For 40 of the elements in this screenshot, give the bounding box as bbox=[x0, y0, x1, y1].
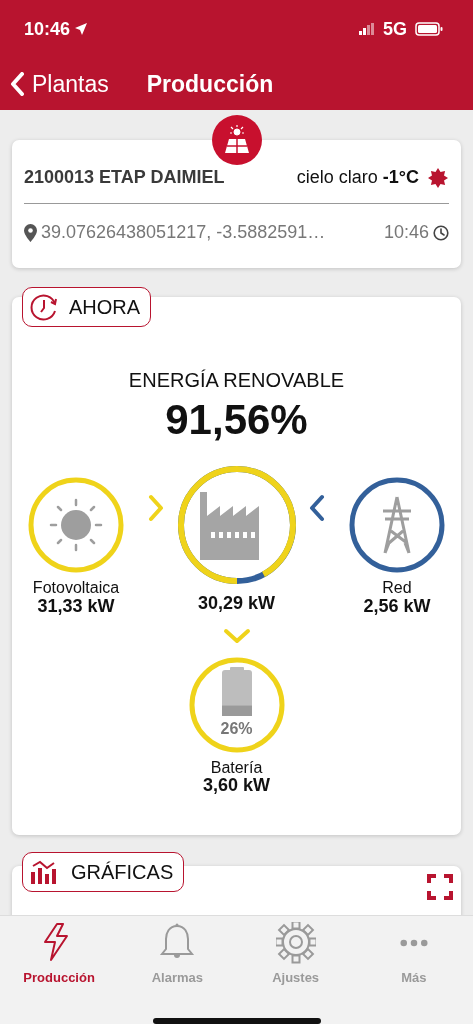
source-label: Fotovoltaica bbox=[32, 579, 120, 597]
chevron-left-icon bbox=[307, 494, 326, 523]
location-pin-icon bbox=[24, 223, 37, 242]
renewable-value: 91,56% bbox=[164, 395, 309, 445]
chevron-right-icon bbox=[147, 494, 166, 523]
power-value: 3,60 kW bbox=[202, 776, 270, 797]
section-title: GRÁFICAS bbox=[71, 860, 174, 885]
network-label: 5G bbox=[383, 17, 407, 41]
plant-name: 2100013 ETAP DAIMIEL bbox=[24, 166, 225, 189]
factory-icon bbox=[175, 464, 298, 587]
power-value: 31,33 kW bbox=[37, 597, 115, 617]
clock-icon bbox=[433, 224, 449, 241]
signal-icon bbox=[359, 23, 375, 35]
weather-text: cielo claro -1°C bbox=[296, 166, 419, 189]
power-value: 30,29 kW bbox=[197, 594, 275, 615]
renewable-label: ENERGÍA RENOVABLE bbox=[128, 368, 345, 393]
page-title: Producción bbox=[146, 69, 274, 99]
solar-panel-icon bbox=[222, 125, 251, 155]
chevron-left-icon bbox=[10, 72, 24, 96]
sun-icon bbox=[427, 166, 449, 189]
tab-button[interactable]: Alarmas bbox=[118, 922, 237, 988]
location-arrow-icon bbox=[74, 22, 89, 36]
battery-icon bbox=[415, 22, 443, 36]
source-label: Batería bbox=[210, 758, 263, 777]
gear-icon bbox=[275, 922, 316, 964]
clock-refresh-icon bbox=[29, 292, 59, 322]
more-icon bbox=[399, 939, 428, 947]
battery-percent: 26% bbox=[219, 718, 254, 739]
status-time: 10:46 bbox=[24, 17, 71, 41]
section-title: AHORA bbox=[69, 295, 141, 320]
coordinates-text: 39.07626438051217, -3.5882591… bbox=[41, 221, 326, 244]
back-button[interactable]: Plantas bbox=[10, 66, 109, 102]
expand-icon[interactable] bbox=[427, 874, 453, 900]
tab-button[interactable]: Más bbox=[354, 922, 473, 988]
update-time: 10:46 bbox=[383, 221, 429, 244]
power-value: 2,56 kW bbox=[363, 597, 431, 617]
tab-button[interactable]: Producción bbox=[0, 922, 119, 988]
source-label: Red bbox=[382, 579, 412, 597]
chevron-down-icon bbox=[222, 626, 251, 645]
tab-button[interactable]: Ajustes bbox=[236, 922, 355, 988]
